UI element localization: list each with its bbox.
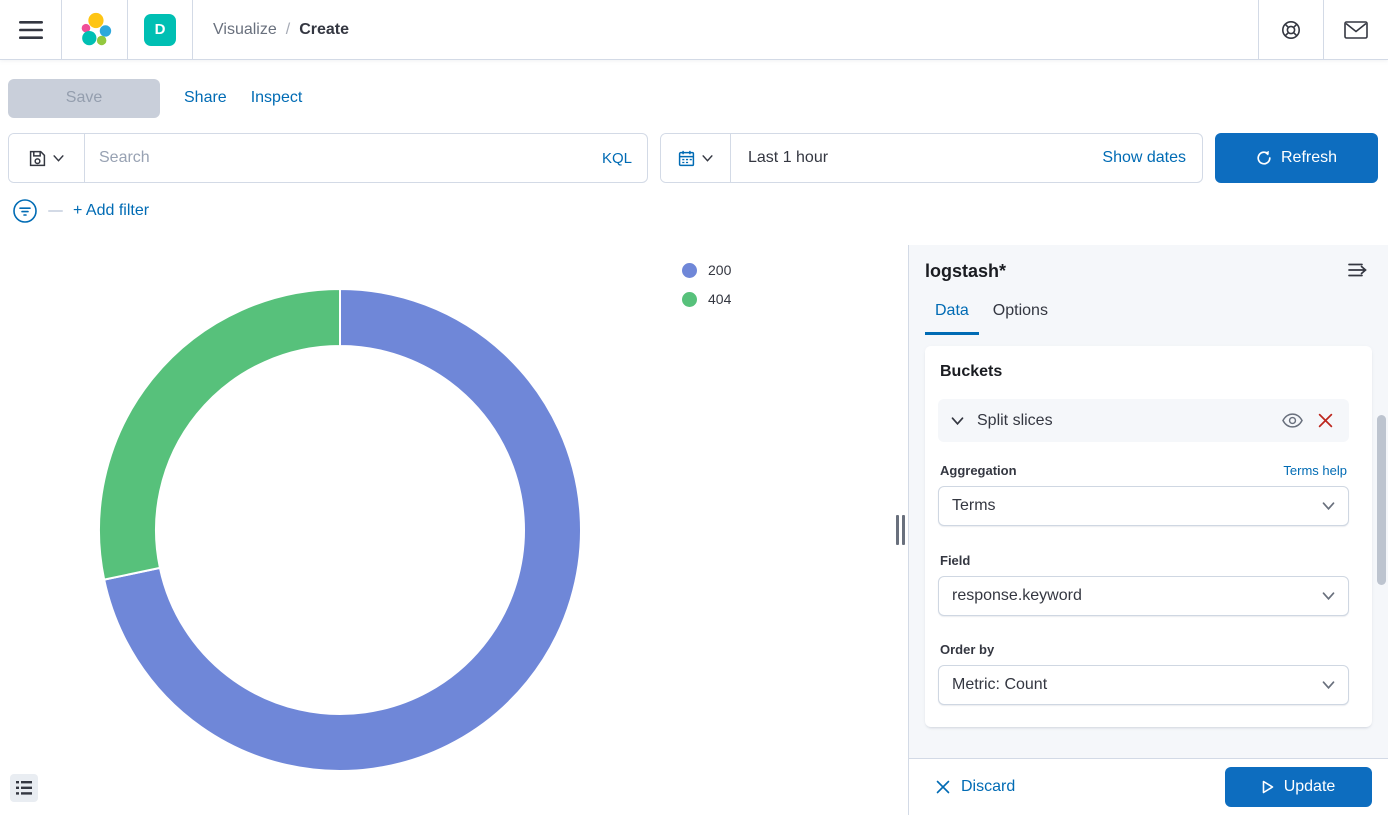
- help-icon: [1280, 19, 1302, 41]
- save-button[interactable]: Save: [8, 79, 160, 118]
- mail-icon: [1344, 21, 1368, 39]
- quick-select-menu-button[interactable]: [661, 134, 731, 182]
- discard-button[interactable]: Discard: [936, 778, 1015, 796]
- filter-menu-icon[interactable]: [12, 198, 38, 224]
- donut-chart[interactable]: [98, 288, 582, 772]
- main-content: 200 404 l: [0, 245, 1388, 815]
- field-select[interactable]: response.keyword: [938, 576, 1349, 616]
- inspect-button[interactable]: Inspect: [251, 89, 303, 107]
- chevron-down-icon: [53, 155, 64, 162]
- breadcrumb: Visualize / Create: [213, 21, 349, 39]
- date-picker: Last 1 hour Show dates: [660, 133, 1203, 183]
- breadcrumb-separator: /: [286, 21, 290, 39]
- share-button[interactable]: Share: [184, 89, 227, 107]
- order-by-label: Order by: [940, 642, 994, 657]
- aggregation-select[interactable]: Terms: [938, 486, 1349, 526]
- data-config-panel: logstash* Data Options Buckets: [908, 245, 1388, 758]
- panel-resize-handle[interactable]: [893, 514, 907, 546]
- legend-item-404[interactable]: 404: [682, 291, 731, 307]
- discard-label: Discard: [961, 778, 1015, 796]
- collapse-panel-button[interactable]: [1344, 258, 1372, 285]
- time-range-value[interactable]: Last 1 hour: [731, 149, 1102, 167]
- legend-label-200: 200: [708, 262, 731, 278]
- chart-legend: 200 404: [682, 262, 731, 307]
- panel-tabs: Data Options: [925, 302, 1372, 335]
- help-menu-button[interactable]: [1258, 0, 1323, 59]
- legend-swatch-200: [682, 263, 697, 278]
- editor-actions: Save Share Inspect: [8, 78, 302, 118]
- field-label: Field: [940, 553, 970, 568]
- menu-right-icon: [1348, 262, 1368, 278]
- close-icon: [936, 780, 950, 794]
- breadcrumb-create: Create: [299, 21, 349, 39]
- search-bar: KQL: [8, 133, 648, 183]
- kql-language-button[interactable]: KQL: [587, 150, 647, 167]
- tab-data[interactable]: Data: [925, 302, 979, 335]
- list-icon: [16, 781, 32, 795]
- saved-query-menu-button[interactable]: [9, 134, 85, 182]
- aggregation-value: Terms: [952, 497, 1322, 515]
- filter-bar: + Add filter: [12, 197, 149, 225]
- legend-label-404: 404: [708, 291, 731, 307]
- space-avatar: D: [144, 14, 176, 46]
- close-icon: [1318, 413, 1333, 428]
- chevron-down-icon: [702, 155, 713, 162]
- order-by-select[interactable]: Metric: Count: [938, 665, 1349, 705]
- split-slices-label: Split slices: [977, 412, 1279, 430]
- buckets-heading: Buckets: [940, 363, 1349, 381]
- chevron-down-icon: [1322, 502, 1335, 510]
- update-label: Update: [1284, 778, 1336, 796]
- top-header: D Visualize / Create: [0, 0, 1388, 60]
- refresh-button[interactable]: Refresh: [1215, 133, 1378, 183]
- split-slices-accordion[interactable]: Split slices: [938, 399, 1349, 442]
- calendar-icon: [678, 150, 695, 167]
- field-value: response.keyword: [952, 587, 1322, 605]
- aggregation-label: Aggregation: [940, 463, 1017, 478]
- legend-item-200[interactable]: 200: [682, 262, 731, 278]
- toggle-visibility-button[interactable]: [1279, 411, 1306, 430]
- panel-footer: Discard Update: [908, 758, 1388, 815]
- index-pattern-title: logstash*: [925, 261, 1006, 282]
- panel-scrollbar[interactable]: [1377, 415, 1386, 585]
- buckets-card: Buckets Split slices: [925, 346, 1372, 727]
- refresh-label: Refresh: [1281, 149, 1337, 167]
- space-selector[interactable]: D: [128, 0, 193, 59]
- main-menu-button[interactable]: [0, 0, 62, 59]
- visualization-canvas: 200 404: [0, 245, 908, 815]
- eye-icon: [1282, 413, 1303, 428]
- save-query-icon: [29, 150, 46, 167]
- filter-divider: [48, 210, 63, 212]
- legend-toggle-button[interactable]: [10, 774, 38, 802]
- query-bar: KQL Last 1 hour Show dates: [8, 133, 1378, 183]
- legend-swatch-404: [682, 292, 697, 307]
- update-button[interactable]: Update: [1225, 767, 1372, 807]
- remove-bucket-button[interactable]: [1315, 411, 1336, 430]
- donut-slice-404[interactable]: [99, 289, 340, 580]
- chevron-down-icon: [1322, 681, 1335, 689]
- terms-help-link[interactable]: Terms help: [1283, 463, 1347, 478]
- chevron-down-icon: [1322, 592, 1335, 600]
- search-input[interactable]: [85, 134, 587, 182]
- order-by-value: Metric: Count: [952, 676, 1322, 694]
- show-dates-button[interactable]: Show dates: [1102, 149, 1202, 167]
- elastic-logo-button[interactable]: [62, 0, 128, 59]
- elastic-logo-icon: [76, 11, 114, 49]
- add-filter-button[interactable]: + Add filter: [73, 202, 149, 220]
- newsfeed-button[interactable]: [1323, 0, 1388, 59]
- hamburger-menu-icon: [19, 20, 43, 40]
- refresh-icon: [1256, 150, 1272, 166]
- play-icon: [1262, 780, 1274, 794]
- tab-options[interactable]: Options: [983, 302, 1058, 335]
- breadcrumb-visualize[interactable]: Visualize: [213, 21, 277, 39]
- kibana-visualize-app: D Visualize / Create: [0, 0, 1388, 815]
- chevron-down-icon: [951, 417, 964, 425]
